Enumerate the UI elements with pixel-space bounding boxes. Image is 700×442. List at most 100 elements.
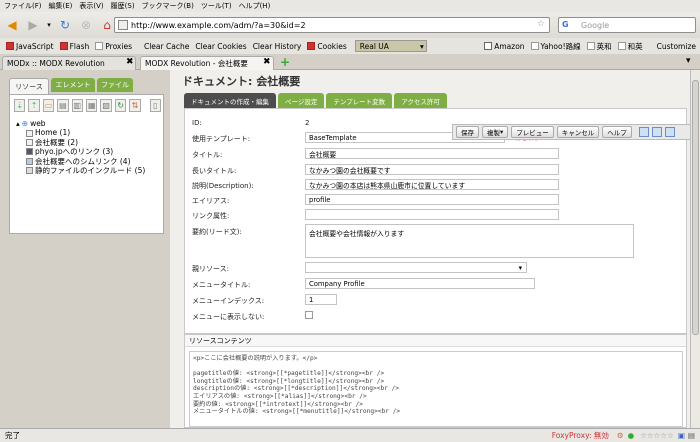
parent-select[interactable]: ▾: [305, 262, 527, 273]
reload-icon[interactable]: ↻: [56, 16, 74, 34]
action-bar: 保存 複製 ▾ プレビュー キャンセル ヘルプ: [452, 124, 694, 140]
menuindex-field[interactable]: 1: [305, 294, 337, 305]
proxies-toggle[interactable]: Proxies: [95, 42, 132, 51]
link-attr-field[interactable]: [305, 209, 559, 220]
introtext-value: 会社概要や会社情報が入ります: [309, 230, 405, 238]
new-static-icon[interactable]: ▧: [100, 99, 112, 112]
close-icon[interactable]: ✖: [263, 57, 271, 67]
bookmark-star-icon[interactable]: ☆: [537, 19, 545, 29]
tree-item[interactable]: 会社概要 (2): [26, 138, 145, 147]
longtitle-value: なかみつ園の会社概要です: [309, 166, 391, 175]
menu-edit[interactable]: 編集(E): [49, 1, 73, 11]
template-value: BaseTemplate: [309, 133, 357, 142]
alias-field[interactable]: profile: [305, 194, 559, 205]
symlink-icon: [26, 157, 33, 165]
menu-bookmarks[interactable]: ブックマーク(B): [142, 1, 194, 11]
new-tab-icon[interactable]: +: [280, 55, 290, 69]
preview-button[interactable]: プレビュー: [511, 126, 554, 138]
content-editor[interactable]: <p>ここに会社概要の説明が入ります。</p> pagetitleの値: <str…: [189, 351, 683, 427]
help-button[interactable]: ヘルプ: [602, 126, 632, 138]
addon-icon[interactable]: ▤: [688, 431, 695, 440]
tab-access-permissions[interactable]: アクセス許可: [394, 93, 447, 108]
addon-icon[interactable]: ⚙: [617, 431, 624, 440]
browser-tab[interactable]: MODx :: MODX Revolution: [2, 56, 136, 70]
tree-item[interactable]: Home (1): [26, 128, 145, 137]
tab-edit-document[interactable]: ドキュメントの作成・編集: [184, 93, 276, 108]
new-document-icon[interactable]: ▤: [57, 99, 69, 112]
tab-template-variables[interactable]: テンプレート変数: [326, 93, 393, 108]
collapse-icon[interactable]: ⇡: [28, 99, 40, 112]
tab-list-icon[interactable]: ▾: [686, 56, 691, 66]
rating-stars-icon[interactable]: ☆☆☆☆☆: [640, 431, 674, 440]
addon-toolbar: JavaScript Flash Proxies Clear Cache Cle…: [0, 38, 700, 54]
menu-file[interactable]: ファイル(F): [4, 1, 42, 11]
browser-tab-active[interactable]: MODX Revolution - 会社概要: [140, 56, 274, 70]
bookmark-waei[interactable]: 和英: [617, 41, 643, 52]
favicon-icon: [118, 20, 128, 30]
stop-icon[interactable]: ⊗: [77, 16, 95, 34]
longtitle-field[interactable]: なかみつ園の会社概要です: [305, 164, 559, 175]
scrollbar-thumb[interactable]: [692, 80, 699, 335]
description-field[interactable]: なかみつ園の本店は熊本県山鹿市に位置しています: [305, 179, 559, 190]
bookmark-label: 和英: [627, 41, 643, 51]
tree-root[interactable]: ▴ ⊕ web: [16, 119, 145, 128]
tab-resources[interactable]: リソース: [9, 78, 49, 94]
cancel-button[interactable]: キャンセル: [556, 126, 600, 138]
clear-cache-button[interactable]: Clear Cache: [144, 42, 189, 51]
addon-icon[interactable]: ▣: [678, 431, 685, 440]
introtext-field[interactable]: 会社概要や会社情報が入ります: [305, 224, 634, 258]
menutitle-field[interactable]: Company Profile: [305, 278, 535, 289]
bookmark-icon: [484, 42, 493, 50]
foxyproxy-status[interactable]: FoxyProxy: 無効: [552, 430, 609, 441]
code-line: pagetitleの値: <strong>[[*pagetitle]]</str…: [193, 370, 385, 378]
menu-help[interactable]: ヘルプ(H): [239, 1, 271, 11]
dropdown-icon[interactable]: ▾: [45, 16, 53, 34]
clear-cookies-button[interactable]: Clear Cookies: [195, 42, 246, 51]
menu-history[interactable]: 履歴(S): [111, 1, 135, 11]
browser-tab-bar: MODx :: MODX Revolution ✖ MODX Revolutio…: [0, 54, 700, 70]
title-field[interactable]: 会社概要: [305, 148, 559, 159]
tree-item-label: Home (1): [35, 128, 71, 138]
url-bar[interactable]: http://www.example.com/adm/?a=30&id=2 ☆: [114, 17, 550, 33]
menu-view[interactable]: 表示(V): [79, 1, 103, 11]
bookmark-yahoo[interactable]: Yahoo!路線: [530, 41, 581, 52]
tab-page-settings[interactable]: ページ設定: [278, 93, 325, 108]
layout-split-icon[interactable]: [651, 127, 662, 137]
bookmark-eiwa[interactable]: 英和: [586, 41, 612, 52]
back-icon[interactable]: ◀: [3, 16, 21, 34]
cookies-toggle[interactable]: Cookies: [307, 42, 347, 51]
trash-icon[interactable]: ▯: [149, 99, 162, 112]
layout-full-icon[interactable]: [664, 127, 675, 137]
search-input[interactable]: G Google: [558, 17, 696, 33]
forward-icon[interactable]: ▶: [24, 16, 42, 34]
tree-item[interactable]: 静的ファイルのインクルード (5): [26, 166, 145, 175]
close-icon[interactable]: ✖: [126, 57, 134, 67]
sort-icon[interactable]: ⇅: [129, 99, 141, 112]
tab-elements[interactable]: エレメント: [51, 78, 95, 92]
bookmark-amazon[interactable]: Amazon: [484, 42, 525, 51]
tab-files[interactable]: ファイル: [97, 78, 133, 92]
addon-icon[interactable]: ●: [628, 431, 635, 440]
menu-tools[interactable]: ツール(T): [201, 1, 232, 11]
status-text: 完了: [5, 431, 20, 440]
page-scrollbar[interactable]: [690, 70, 700, 428]
flash-toggle[interactable]: Flash: [59, 42, 89, 51]
expand-arrow-icon: ▴: [16, 119, 20, 128]
new-folder-icon[interactable]: ▭: [42, 99, 55, 112]
javascript-toggle[interactable]: JavaScript: [6, 42, 54, 51]
user-agent-select[interactable]: Real UA ▾: [354, 40, 427, 52]
tree-item[interactable]: 会社概要へのシムリンク (4): [26, 157, 145, 166]
save-button[interactable]: 保存: [456, 126, 479, 138]
clear-history-button[interactable]: Clear History: [253, 42, 302, 51]
duplicate-button[interactable]: 複製 ▾: [482, 126, 509, 138]
refresh-icon[interactable]: ↻: [114, 99, 127, 112]
google-icon[interactable]: G: [562, 20, 569, 29]
new-weblink-icon[interactable]: ▥: [71, 99, 84, 112]
code-line: メニュータイトルの値: <strong>[[*menutitle]]</stro…: [193, 408, 401, 416]
tree-item[interactable]: phyo.jpへのリンク (3): [26, 147, 145, 156]
customize-button[interactable]: Customize: [657, 42, 696, 51]
expand-icon[interactable]: ⇣: [14, 99, 26, 112]
layout-icon[interactable]: [638, 127, 649, 137]
new-symlink-icon[interactable]: ▦: [86, 99, 98, 112]
hide-menu-checkbox[interactable]: [305, 311, 313, 321]
